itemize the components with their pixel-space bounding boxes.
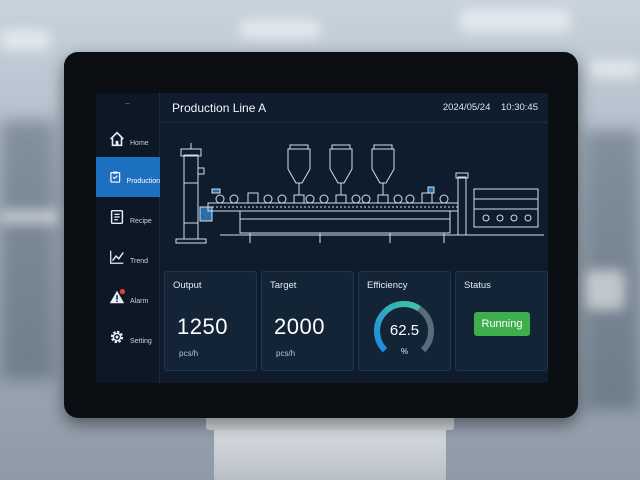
time-text: 10:30:45 [501, 102, 538, 113]
conveyor-units [211, 186, 449, 204]
efficiency-card: Efficiency 62.5 % [358, 271, 451, 371]
hopper-3 [371, 144, 395, 204]
efficiency-unit: % [400, 347, 409, 356]
sidebar-item-recipe[interactable]: Recipe [96, 197, 160, 237]
sidebar: – Home Production Recipe Trend Alarm Set… [96, 93, 160, 383]
sidebar-item-label: Trend [130, 257, 149, 265]
production-icon [110, 171, 121, 183]
home-icon [110, 131, 124, 147]
sidebar-item-label: Alarm [130, 297, 149, 305]
status-card: Status Running [455, 271, 548, 371]
sidebar-item-label: Recipe [130, 217, 152, 225]
datetime-display: 2024/05/24 10:30:45 [443, 102, 538, 113]
sidebar-item-label: Setting [130, 337, 152, 345]
output-value: 1250 [177, 314, 228, 339]
recipe-icon [110, 209, 124, 225]
output-unit: pcs/h [179, 349, 199, 358]
target-card: Target 2000 pcs/h [261, 271, 354, 371]
sidebar-item-label: Production [126, 177, 160, 185]
target-value: 2000 [274, 314, 325, 339]
output-label: Output [173, 280, 202, 291]
hopper-1 [287, 144, 311, 204]
efficiency-label: Efficiency [367, 280, 408, 291]
production-line-diagram [160, 123, 548, 263]
output-card: Output 1250 pcs/h [164, 271, 257, 371]
hmi-screen: – Home Production Recipe Trend Alarm Set… [96, 93, 548, 383]
date-text: 2024/05/24 [442, 102, 491, 113]
page-title: Production Line A [172, 101, 267, 115]
sidebar-item-trend[interactable]: Trend [96, 237, 160, 277]
target-unit: pcs/h [276, 349, 296, 358]
hopper-2 [329, 144, 353, 204]
header-bar: Production Line A 2024/05/24 10:30:45 [160, 93, 548, 123]
vertical-machine [175, 143, 213, 244]
kpi-cards: Output 1250 pcs/h Target 2000 pcs/h Effi… [164, 271, 548, 375]
sidebar-item-production[interactable]: Production [96, 157, 160, 197]
trend-icon [110, 250, 124, 264]
alarm-icon [109, 288, 126, 304]
status-running-button[interactable]: Running [474, 312, 530, 336]
sidebar-top-mark: – [125, 99, 130, 108]
status-label: Status [464, 280, 491, 291]
sidebar-item-alarm[interactable]: Alarm [96, 277, 160, 317]
target-label: Target [270, 280, 297, 291]
gear-icon [110, 330, 124, 344]
efficiency-value: 62.5 [389, 322, 420, 339]
sidebar-item-home[interactable]: Home [96, 119, 160, 159]
conveyor [207, 202, 460, 236]
sidebar-item-label: Home [130, 139, 149, 147]
sidebar-item-setting[interactable]: Setting [96, 317, 160, 357]
packaging-machine [455, 172, 544, 236]
